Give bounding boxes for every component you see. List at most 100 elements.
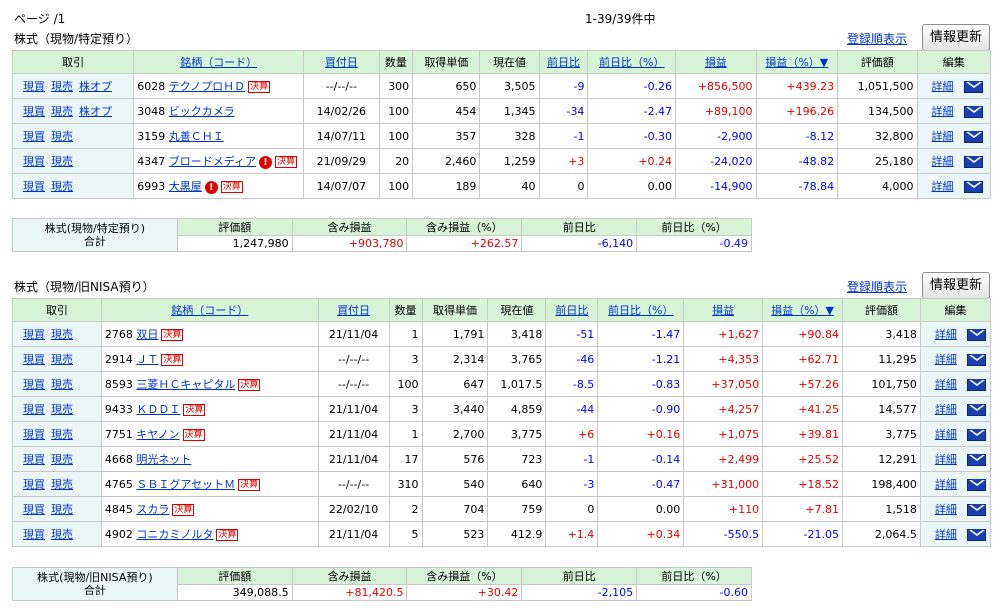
sell-link[interactable]: 現売 xyxy=(51,328,73,341)
mail-icon[interactable] xyxy=(963,131,983,143)
detail-link[interactable]: 詳細 xyxy=(935,403,957,416)
mail-icon[interactable] xyxy=(966,429,986,441)
buy-link[interactable]: 現買 xyxy=(23,155,45,168)
detail-link[interactable]: 詳細 xyxy=(932,130,954,143)
stock-name-link[interactable]: ＳＢＩグアセットＭ xyxy=(136,478,235,491)
sell-link[interactable]: 現売 xyxy=(51,453,73,466)
mail-icon[interactable] xyxy=(963,181,983,193)
mail-icon[interactable] xyxy=(966,454,986,466)
sort-link-profit-loss[interactable]: 損益 xyxy=(705,56,727,69)
detail-link[interactable]: 詳細 xyxy=(932,155,954,168)
sort-link-profit-loss-pct[interactable]: 損益（%）▼ xyxy=(765,56,828,69)
sort-link-purchase-date[interactable]: 買付日 xyxy=(337,304,370,317)
stock-option-link[interactable]: 株オプ xyxy=(79,105,112,118)
stock-name-link[interactable]: コニカミノルタ xyxy=(136,528,213,541)
detail-link[interactable]: 詳細 xyxy=(932,180,954,193)
earnings-badge[interactable]: 決算 xyxy=(238,479,261,491)
stock-name-link[interactable]: 明光ネット xyxy=(136,453,191,466)
earnings-badge[interactable]: 決算 xyxy=(248,81,271,93)
sell-link[interactable]: 現売 xyxy=(51,478,73,491)
buy-link[interactable]: 現買 xyxy=(23,353,45,366)
earnings-badge[interactable]: 決算 xyxy=(238,379,261,391)
buy-link[interactable]: 現買 xyxy=(23,378,45,391)
detail-link[interactable]: 詳細 xyxy=(935,478,957,491)
stock-option-link[interactable]: 株オプ xyxy=(79,80,112,93)
mail-icon[interactable] xyxy=(963,156,983,168)
refresh-button[interactable]: 情報更新 xyxy=(922,24,990,51)
sell-link[interactable]: 現売 xyxy=(51,528,73,541)
stock-name-link[interactable]: ＪＴ xyxy=(136,353,158,366)
mail-icon[interactable] xyxy=(966,529,986,541)
buy-link[interactable]: 現買 xyxy=(23,80,45,93)
detail-link[interactable]: 詳細 xyxy=(935,353,957,366)
sell-link[interactable]: 現売 xyxy=(51,155,73,168)
detail-link[interactable]: 詳細 xyxy=(932,105,954,118)
refresh-button[interactable]: 情報更新 xyxy=(922,272,990,299)
mail-icon[interactable] xyxy=(963,81,983,93)
earnings-badge[interactable]: 決算 xyxy=(274,156,297,168)
sort-link-purchase-date[interactable]: 買付日 xyxy=(325,56,358,69)
sort-link-day-change[interactable]: 前日比 xyxy=(555,304,588,317)
stock-name-link[interactable]: スカラ xyxy=(136,503,169,516)
buy-link[interactable]: 現買 xyxy=(23,180,45,193)
buy-link[interactable]: 現買 xyxy=(23,130,45,143)
sort-link-profit-loss-pct[interactable]: 損益（%）▼ xyxy=(771,304,834,317)
stock-name-link[interactable]: ＫＤＤＩ xyxy=(136,403,180,416)
earnings-badge[interactable]: 決算 xyxy=(161,354,184,366)
sell-link[interactable]: 現売 xyxy=(51,503,73,516)
detail-link[interactable]: 詳細 xyxy=(935,328,957,341)
mail-icon[interactable] xyxy=(966,354,986,366)
stock-name-link[interactable]: 大黒屋 xyxy=(169,180,202,193)
sell-link[interactable]: 現売 xyxy=(51,353,73,366)
buy-link[interactable]: 現買 xyxy=(23,403,45,416)
buy-link[interactable]: 現買 xyxy=(23,428,45,441)
buy-link[interactable]: 現買 xyxy=(23,453,45,466)
profit-loss-pct: -21.05 xyxy=(762,521,844,547)
detail-link[interactable]: 詳細 xyxy=(932,80,954,93)
sort-link-profit-loss[interactable]: 損益 xyxy=(712,304,734,317)
sell-link[interactable]: 現売 xyxy=(51,403,73,416)
sort-link-symbol[interactable]: 銘柄（コード） xyxy=(180,56,257,69)
buy-link[interactable]: 現買 xyxy=(23,478,45,491)
sort-link-day-change-pct[interactable]: 前日比（%） xyxy=(608,304,673,317)
stock-name-link[interactable]: キヤノン xyxy=(136,428,179,441)
buy-link[interactable]: 現買 xyxy=(23,528,45,541)
earnings-badge[interactable]: 決算 xyxy=(172,504,195,516)
stock-name-link[interactable]: ブロードメディア xyxy=(169,155,256,168)
mail-icon[interactable] xyxy=(966,379,986,391)
sell-link[interactable]: 現売 xyxy=(51,130,73,143)
earnings-badge[interactable]: 決算 xyxy=(161,329,184,341)
registration-order-link[interactable]: 登録順表示 xyxy=(847,278,907,295)
sort-link-day-change-pct[interactable]: 前日比（%） xyxy=(599,56,664,69)
detail-link[interactable]: 詳細 xyxy=(935,428,957,441)
earnings-badge[interactable]: 決算 xyxy=(216,529,239,541)
stock-name-link[interactable]: 双日 xyxy=(136,328,158,341)
sell-link[interactable]: 現売 xyxy=(51,180,73,193)
stock-name-link[interactable]: 三菱ＨＣキャピタル xyxy=(136,378,235,391)
mail-icon[interactable] xyxy=(966,479,986,491)
earnings-badge[interactable]: 決算 xyxy=(220,181,243,193)
detail-link[interactable]: 詳細 xyxy=(935,528,957,541)
buy-link[interactable]: 現買 xyxy=(23,328,45,341)
stock-name-link[interactable]: ビックカメラ xyxy=(169,105,235,118)
registration-order-link[interactable]: 登録順表示 xyxy=(847,30,907,47)
detail-link[interactable]: 詳細 xyxy=(935,503,957,516)
sort-link-symbol[interactable]: 銘柄（コード） xyxy=(171,304,248,317)
stock-name-link[interactable]: テクノプロＨＤ xyxy=(169,80,245,93)
buy-link[interactable]: 現買 xyxy=(23,105,45,118)
earnings-badge[interactable]: 決算 xyxy=(182,429,205,441)
detail-link[interactable]: 詳細 xyxy=(935,453,957,466)
sell-link[interactable]: 現売 xyxy=(51,378,73,391)
sort-link-day-change[interactable]: 前日比 xyxy=(547,56,580,69)
earnings-badge[interactable]: 決算 xyxy=(183,404,206,416)
sell-link[interactable]: 現売 xyxy=(51,80,73,93)
buy-link[interactable]: 現買 xyxy=(23,503,45,516)
sell-link[interactable]: 現売 xyxy=(51,105,73,118)
stock-name-link[interactable]: 丸善ＣＨＩ xyxy=(169,130,224,143)
sell-link[interactable]: 現売 xyxy=(51,428,73,441)
mail-icon[interactable] xyxy=(966,404,986,416)
mail-icon[interactable] xyxy=(963,106,983,118)
mail-icon[interactable] xyxy=(966,329,986,341)
detail-link[interactable]: 詳細 xyxy=(935,378,957,391)
mail-icon[interactable] xyxy=(966,504,986,516)
